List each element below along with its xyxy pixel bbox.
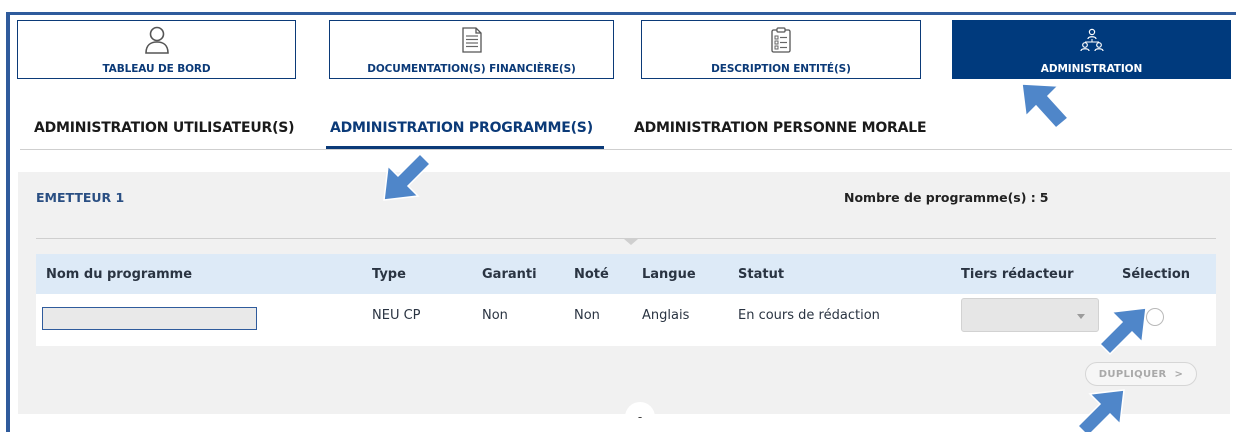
clipboard-icon bbox=[770, 25, 792, 55]
table-row: NEU CP Non Non Anglais En cours de rédac… bbox=[36, 294, 1216, 346]
page-frame-left-border bbox=[6, 12, 10, 432]
nav-tile-entity-description[interactable]: DESCRIPTION ENTITÉ(S) bbox=[641, 20, 921, 79]
collapse-icon: - bbox=[637, 410, 643, 424]
cell-language: Anglais bbox=[642, 308, 690, 323]
nav-tile-label: TABLEAU DE BORD bbox=[102, 63, 211, 75]
program-count: Nombre de programme(s) :5 bbox=[844, 190, 1049, 205]
annotation-arrow-icon bbox=[1076, 389, 1125, 432]
column-header-language: Langue bbox=[642, 267, 696, 282]
nav-tile-label: DOCUMENTATION(S) FINANCIÈRE(S) bbox=[367, 63, 576, 75]
column-header-status: Statut bbox=[738, 267, 785, 282]
column-header-selection: Sélection bbox=[1122, 267, 1191, 282]
program-count-label: Nombre de programme(s) : bbox=[844, 190, 1036, 205]
nav-tile-label: DESCRIPTION ENTITÉ(S) bbox=[711, 63, 851, 75]
cell-type: NEU CP bbox=[372, 308, 421, 323]
cell-rated: Non bbox=[574, 308, 600, 323]
column-header-type: Type bbox=[372, 267, 406, 282]
annotation-arrow-icon bbox=[1021, 83, 1070, 130]
nav-tile-label: ADMINISTRATION bbox=[1040, 63, 1143, 75]
nav-tile-administration[interactable]: ADMINISTRATION bbox=[952, 20, 1231, 79]
programs-panel: EMETTEUR 1 Nombre de programme(s) :5 Nom… bbox=[18, 172, 1230, 432]
program-count-value: 5 bbox=[1039, 190, 1049, 205]
page-frame-top-border bbox=[6, 12, 1236, 15]
annotation-arrow-icon bbox=[383, 152, 432, 201]
nav-tile-financial-docs[interactable]: DOCUMENTATION(S) FINANCIÈRE(S) bbox=[329, 20, 614, 79]
chevron-right-icon: > bbox=[1174, 368, 1184, 380]
duplicate-button[interactable]: DUPLIQUER > bbox=[1085, 362, 1197, 386]
active-tab-indicator bbox=[326, 146, 604, 149]
annotation-arrow-icon bbox=[1098, 307, 1147, 356]
cell-guaranteed: Non bbox=[482, 308, 508, 323]
column-header-name: Nom du programme bbox=[46, 267, 193, 282]
tab-legal-entity-administration[interactable]: ADMINISTRATION PERSONNE MORALE bbox=[634, 120, 927, 136]
third-party-writer-select[interactable] bbox=[961, 298, 1099, 332]
document-icon bbox=[461, 25, 483, 55]
emitter-name: EMETTEUR 1 bbox=[36, 190, 125, 205]
organization-icon bbox=[1079, 25, 1105, 55]
duplicate-button-label: DUPLIQUER bbox=[1098, 368, 1167, 380]
column-header-third-party-writer: Tiers rédacteur bbox=[961, 267, 1074, 282]
column-header-rated: Noté bbox=[574, 267, 609, 282]
cell-status: En cours de rédaction bbox=[738, 308, 880, 323]
nav-tile-dashboard[interactable]: TABLEAU DE BORD bbox=[17, 20, 296, 79]
divider-notch-icon bbox=[624, 239, 638, 245]
column-header-guaranteed: Garanti bbox=[482, 267, 537, 282]
tab-user-administration[interactable]: ADMINISTRATION UTILISATEUR(S) bbox=[34, 120, 295, 136]
collapse-toggle[interactable]: - bbox=[625, 402, 655, 432]
programs-table-header: Nom du programme Type Garanti Noté Langu… bbox=[36, 254, 1216, 294]
program-name-input[interactable] bbox=[42, 307, 257, 330]
chevron-down-icon bbox=[1077, 314, 1085, 319]
user-icon bbox=[144, 25, 170, 55]
tab-program-administration[interactable]: ADMINISTRATION PROGRAMME(S) bbox=[330, 120, 593, 136]
